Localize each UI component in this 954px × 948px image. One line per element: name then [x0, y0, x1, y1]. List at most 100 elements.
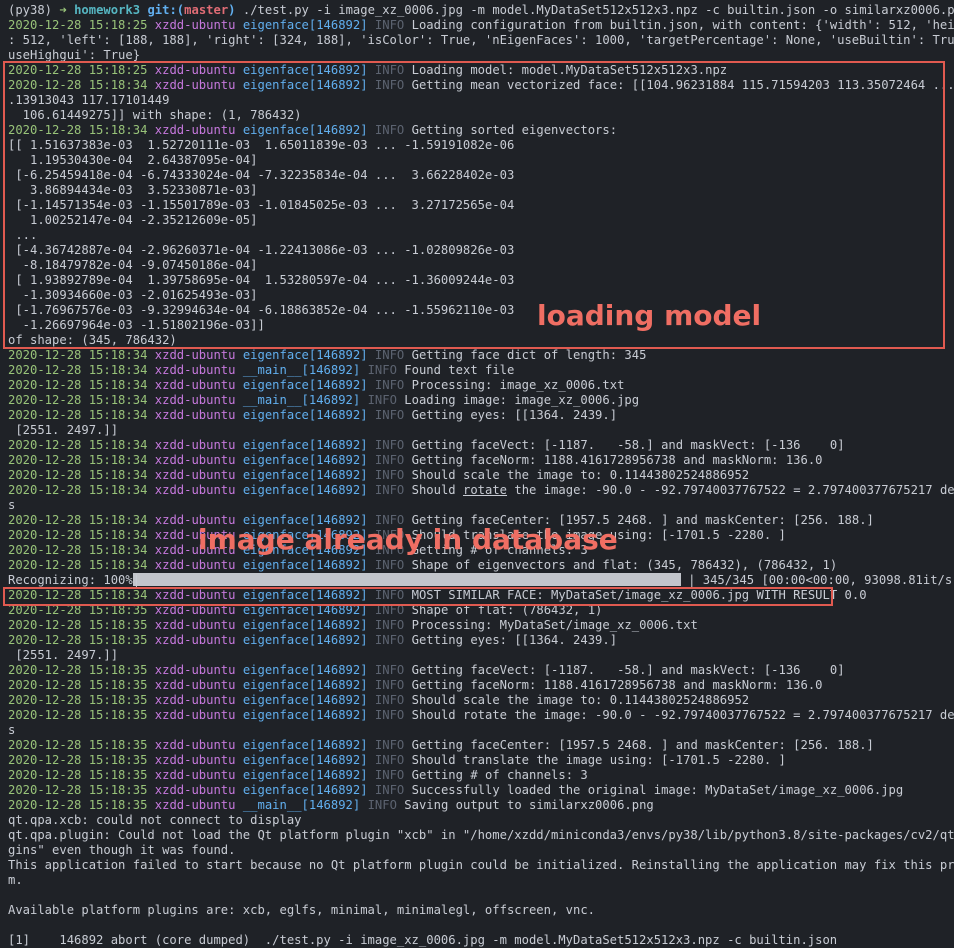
- log-message: Getting eyes: [[1364. 2439.]: [411, 633, 618, 647]
- log-message: Getting faceNorm: 1188.4161728956738 and…: [411, 678, 823, 692]
- log-line: 2020-12-28 15:18:34 xzdd-ubuntu eigenfac…: [8, 468, 948, 483]
- log-hostname: xzdd-ubuntu: [154, 348, 236, 362]
- output-line: This application failed to start because…: [8, 858, 954, 872]
- log-line: 2020-12-28 15:18:34 xzdd-ubuntu eigenfac…: [8, 558, 948, 573]
- terminal-window[interactable]: (py38) ➜ homework3 git:(master) ./test.p…: [0, 0, 954, 948]
- log-timestamp: 2020-12-28 15:18:34: [8, 378, 148, 392]
- log-level: INFO: [374, 678, 405, 692]
- log-line: 2020-12-28 15:18:35 xzdd-ubuntu __main__…: [8, 798, 948, 813]
- log-level: INFO: [374, 18, 405, 32]
- log-timestamp: 2020-12-28 15:18:35: [8, 708, 148, 722]
- loading-model-annotation: loading model: [537, 299, 762, 332]
- log-timestamp: 2020-12-28 15:18:35: [8, 798, 148, 812]
- log-timestamp: 2020-12-28 15:18:25: [8, 18, 148, 32]
- log-message: Getting eyes: [[1364. 2439.]: [411, 408, 618, 422]
- log-level: INFO: [374, 708, 405, 722]
- log-line: 2020-12-28 15:18:34 xzdd-ubuntu eigenfac…: [8, 348, 948, 363]
- log-hostname: xzdd-ubuntu: [154, 663, 236, 677]
- output-line: s: [8, 498, 16, 512]
- log-timestamp: 2020-12-28 15:18:34: [8, 528, 148, 542]
- log-hostname: xzdd-ubuntu: [154, 768, 236, 782]
- log-line: 2020-12-28 15:18:35 xzdd-ubuntu eigenfac…: [8, 633, 948, 648]
- progress-stats: | 345/345 [00:00<00:00, 93098.81it/s]: [688, 573, 954, 587]
- log-logger: __main__[146892]: [242, 363, 361, 377]
- log-timestamp: 2020-12-28 15:18:35: [8, 783, 148, 797]
- log-hostname: xzdd-ubuntu: [154, 18, 236, 32]
- output-line: : 512, 'left': [188, 188], 'right': [324…: [8, 33, 954, 47]
- log-logger: eigenface[146892]: [242, 468, 368, 482]
- progress-line: Recognizing: 100%| | 345/345 [00:00<00:00…: [8, 573, 954, 588]
- log-hostname: xzdd-ubuntu: [154, 618, 236, 632]
- log-hostname: xzdd-ubuntu: [154, 558, 236, 572]
- log-timestamp: 2020-12-28 15:18:35: [8, 738, 148, 752]
- log-hostname: xzdd-ubuntu: [154, 438, 236, 452]
- output-line: qt.qpa.plugin: Could not load the Qt pla…: [8, 828, 954, 842]
- log-level: INFO: [374, 663, 405, 677]
- progress-label: Recognizing: 100%|: [8, 573, 141, 587]
- log-message: Shape of eigenvectors and flat: (345, 78…: [411, 558, 838, 572]
- log-message: Found text file: [404, 363, 515, 377]
- log-logger: eigenface[146892]: [242, 783, 368, 797]
- log-logger: eigenface[146892]: [242, 558, 368, 572]
- image-in-database-annotation: image already in database: [198, 523, 618, 556]
- log-line: 2020-12-28 15:18:35 xzdd-ubuntu eigenfac…: [8, 738, 948, 753]
- log-line: 2020-12-28 15:18:34 xzdd-ubuntu __main__…: [8, 393, 948, 408]
- loading-model-highlight-box: [3, 61, 945, 349]
- log-logger: __main__[146892]: [242, 798, 361, 812]
- log-message: Getting faceCenter: [1957.5 2468. ] and …: [411, 738, 874, 752]
- output-line: [1] 146892 abort (core dumped) ./test.py…: [8, 933, 838, 947]
- log-hostname: xzdd-ubuntu: [154, 738, 236, 752]
- log-message: Should translate the image using: [-1701…: [411, 753, 786, 767]
- shell-prompt: (py38) ➜ homework3 git:(master) ./test.p…: [8, 3, 954, 17]
- log-logger: eigenface[146892]: [242, 678, 368, 692]
- log-timestamp: 2020-12-28 15:18:34: [8, 543, 148, 557]
- log-logger: eigenface[146892]: [242, 483, 368, 497]
- log-timestamp: 2020-12-28 15:18:34: [8, 468, 148, 482]
- log-logger: eigenface[146892]: [242, 453, 368, 467]
- log-level: INFO: [374, 408, 405, 422]
- log-logger: eigenface[146892]: [242, 618, 368, 632]
- log-level: INFO: [367, 363, 397, 377]
- log-level: INFO: [374, 348, 405, 362]
- output-line: Available platform plugins are: xcb, egl…: [8, 903, 595, 917]
- log-timestamp: 2020-12-28 15:18:34: [8, 438, 148, 452]
- log-line: 2020-12-28 15:18:35 xzdd-ubuntu eigenfac…: [8, 678, 948, 693]
- log-timestamp: 2020-12-28 15:18:35: [8, 678, 148, 692]
- log-hostname: xzdd-ubuntu: [154, 783, 236, 797]
- log-hostname: xzdd-ubuntu: [154, 798, 236, 812]
- log-level: INFO: [374, 453, 405, 467]
- log-hostname: xzdd-ubuntu: [154, 678, 236, 692]
- log-line: 2020-12-28 15:18:34 xzdd-ubuntu eigenfac…: [8, 378, 948, 393]
- log-hostname: xzdd-ubuntu: [154, 408, 236, 422]
- log-logger: eigenface[146892]: [242, 738, 368, 752]
- log-message: Should scale the image to: 0.11443802524…: [411, 468, 750, 482]
- log-message: Getting faceVect: [-1187. -58.] and mask…: [411, 663, 845, 677]
- log-hostname: xzdd-ubuntu: [154, 708, 236, 722]
- log-timestamp: 2020-12-28 15:18:35: [8, 768, 148, 782]
- log-timestamp: 2020-12-28 15:18:34: [8, 453, 148, 467]
- most-similar-face-highlight-box: [3, 587, 833, 606]
- log-timestamp: 2020-12-28 15:18:34: [8, 363, 148, 377]
- log-message-underlined: rotate: [463, 483, 508, 497]
- log-line: 2020-12-28 15:18:35 xzdd-ubuntu eigenfac…: [8, 753, 948, 768]
- log-timestamp: 2020-12-28 15:18:35: [8, 663, 148, 677]
- output-line: [2551. 2497.]]: [8, 648, 119, 662]
- log-line: 2020-12-28 15:18:35 xzdd-ubuntu eigenfac…: [8, 768, 948, 783]
- output-line: s: [8, 723, 16, 737]
- log-level: INFO: [374, 753, 405, 767]
- log-timestamp: 2020-12-28 15:18:34: [8, 408, 148, 422]
- log-message: Should scale the image to: 0.11443802524…: [411, 693, 750, 707]
- log-timestamp: 2020-12-28 15:18:35: [8, 633, 148, 647]
- log-logger: __main__[146892]: [242, 393, 361, 407]
- log-level: INFO: [374, 483, 405, 497]
- log-timestamp: 2020-12-28 15:18:35: [8, 753, 148, 767]
- log-level: INFO: [374, 618, 405, 632]
- log-level: INFO: [374, 783, 405, 797]
- log-level: INFO: [374, 633, 405, 647]
- log-line: 2020-12-28 15:18:35 xzdd-ubuntu eigenfac…: [8, 783, 948, 798]
- log-hostname: xzdd-ubuntu: [154, 363, 236, 377]
- log-line: 2020-12-28 15:18:34 xzdd-ubuntu eigenfac…: [8, 483, 954, 498]
- log-logger: eigenface[146892]: [242, 348, 368, 362]
